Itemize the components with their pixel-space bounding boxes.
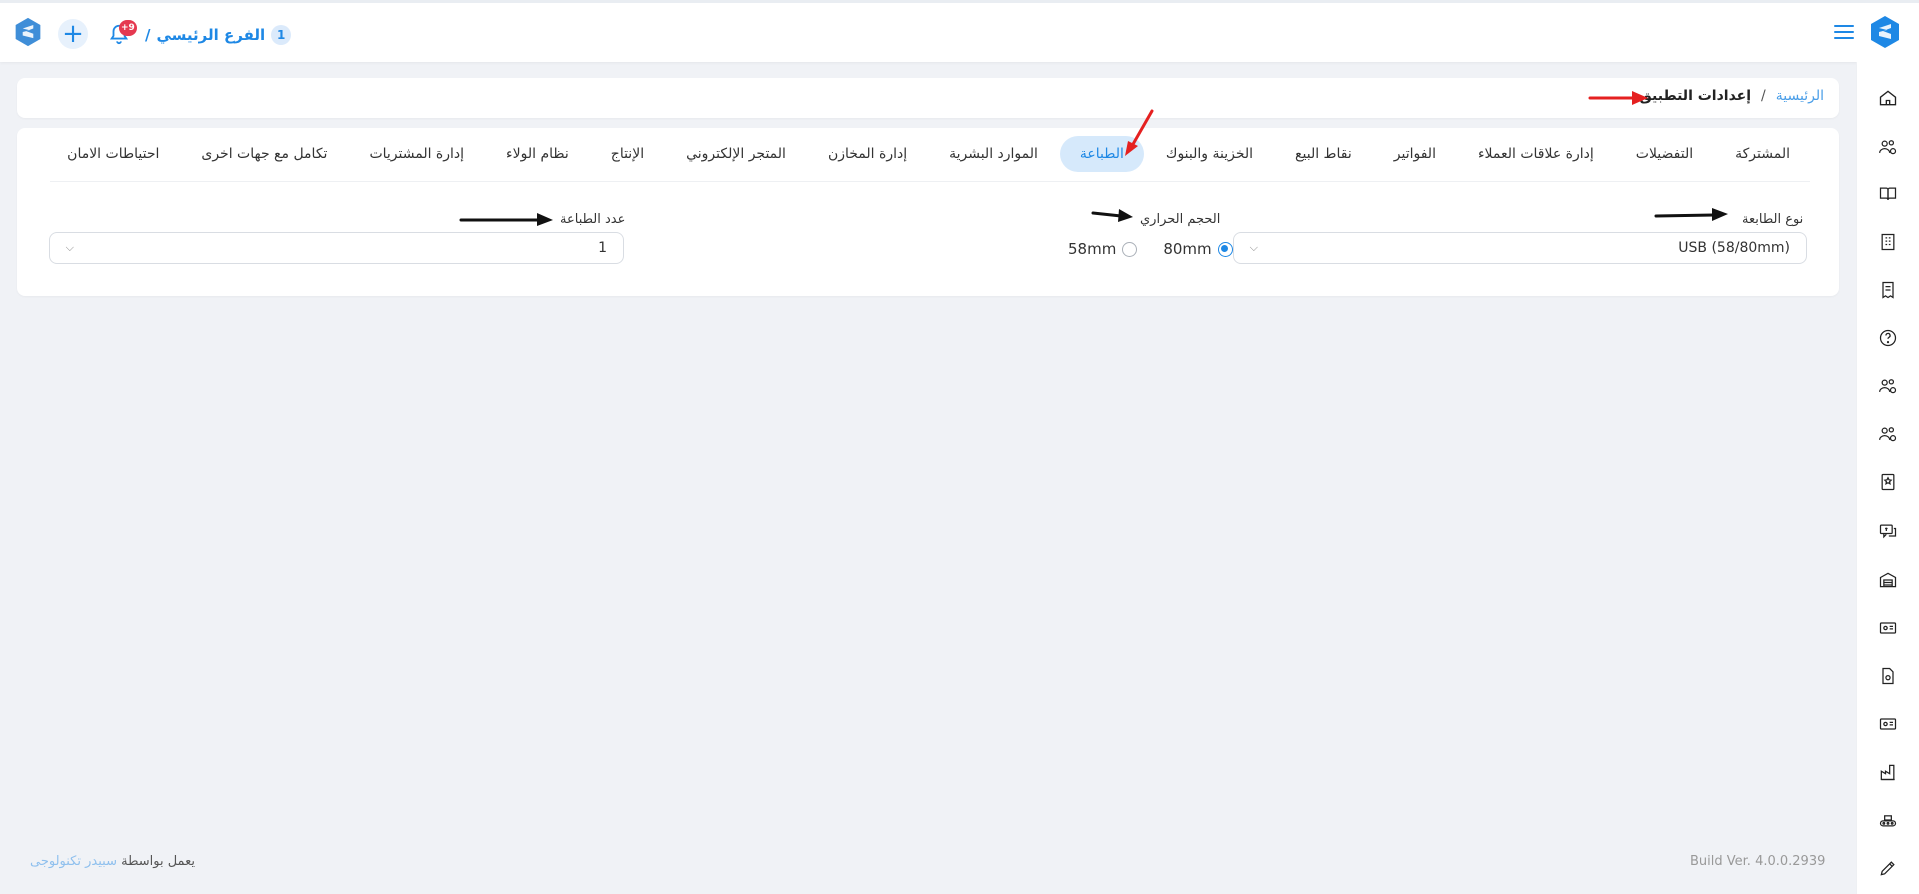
printer-type-select[interactable]: USB (58/80mm) ⌵ — [1233, 232, 1807, 264]
tab-14[interactable]: احتياطات الامان — [47, 136, 179, 172]
branch-number: 1 — [271, 25, 292, 45]
footer-brand-link[interactable]: سبيدر تكنولوجى — [30, 854, 117, 869]
breadcrumb-card — [17, 78, 1839, 118]
printer-type-label: نوع الطابعة — [1742, 212, 1804, 227]
radio-80mm-label: 80mm — [1163, 240, 1212, 258]
tab-8[interactable]: إدارة المخازن — [808, 136, 927, 172]
tab-12[interactable]: إدارة المشتريات — [349, 136, 484, 172]
radio-80mm-input[interactable] — [1217, 241, 1233, 257]
conveyor-icon[interactable] — [1876, 808, 1900, 832]
tab-7[interactable]: الموارد البشرية — [929, 136, 1058, 172]
breadcrumb-home-link[interactable]: الرئيسية — [1776, 88, 1824, 104]
annotation-arrow-icon — [1091, 209, 1133, 222]
annotation-arrow-icon — [1125, 109, 1154, 156]
left-logo-icon[interactable] — [13, 17, 43, 47]
radio-58mm[interactable]: 58mm — [1068, 240, 1138, 258]
tab-9[interactable]: المتجر الإلكتروني — [666, 136, 806, 172]
footer-powered-text: يعمل بواسطة — [121, 854, 195, 869]
breadcrumb-current: إعدادات التطبيق — [1639, 88, 1752, 104]
tab-0[interactable]: المشتركة — [1715, 136, 1810, 172]
money-chat-icon[interactable] — [1876, 519, 1900, 543]
chevron-down-icon: ⌵ — [65, 241, 74, 254]
printer-count-value: 1 — [598, 240, 607, 256]
thermal-size-label: الحجم الحراري — [1140, 212, 1221, 227]
annotation-arrow-icon — [459, 213, 553, 226]
tab-4[interactable]: نقاط البيع — [1275, 136, 1372, 172]
printer-type-value: USB (58/80mm) — [1678, 240, 1790, 256]
branch-separator: / — [145, 26, 151, 44]
footer-powered-by: يعمل بواسطة سبيدر تكنولوجى — [30, 854, 195, 869]
branch-selector[interactable]: 1 الفرع الرئيسي / — [145, 23, 292, 47]
id-card-icon[interactable] — [1876, 616, 1900, 640]
tab-13[interactable]: تكامل مع جهات اخرى — [181, 136, 347, 172]
annotation-arrow-icon — [1654, 208, 1728, 221]
branch-name: الفرع الرئيسي — [156, 26, 266, 44]
notification-badge: +9 — [119, 20, 137, 36]
settings-tabs: المشتركة التفضيلات إدارة علاقات العملاء الف… — [50, 135, 1810, 182]
top-bar: + +9 1 الفرع الرئيسي / — [0, 0, 1919, 62]
home-icon[interactable] — [1876, 86, 1900, 110]
factory-icon[interactable] — [1876, 760, 1900, 784]
users-gear-icon[interactable] — [1876, 374, 1900, 398]
add-button[interactable]: + — [58, 19, 88, 49]
tab-2[interactable]: إدارة علاقات العملاء — [1458, 136, 1614, 172]
printer-count-label: عدد الطباعة — [560, 212, 626, 227]
users-gear-icon[interactable] — [1876, 135, 1900, 159]
document-gear-icon[interactable] — [1876, 664, 1900, 688]
book-icon[interactable] — [1876, 182, 1900, 206]
tab-10[interactable]: الإنتاج — [591, 136, 664, 172]
pen-icon[interactable] — [1876, 856, 1900, 880]
tab-5[interactable]: الخزينة والبنوك — [1146, 136, 1273, 172]
app-logo-icon[interactable] — [1868, 15, 1902, 49]
menu-toggle-icon[interactable] — [1834, 25, 1854, 43]
tab-3[interactable]: الفواتير — [1374, 136, 1456, 172]
help-icon[interactable] — [1876, 326, 1900, 350]
chevron-down-icon: ⌵ — [1249, 241, 1258, 254]
breadcrumb-separator: / — [1761, 88, 1766, 104]
tab-11[interactable]: نظام الولاء — [486, 136, 589, 172]
breadcrumb: الرئيسية / إعدادات التطبيق — [1639, 88, 1824, 104]
warehouse-icon[interactable] — [1876, 568, 1900, 592]
users-gear-icon[interactable] — [1876, 422, 1900, 446]
radio-80mm[interactable]: 80mm — [1163, 240, 1233, 258]
id-card-icon[interactable] — [1876, 712, 1900, 736]
thermal-size-radio-group: 80mm 58mm — [1050, 240, 1233, 258]
certificate-icon[interactable] — [1876, 470, 1900, 494]
building-icon[interactable] — [1876, 230, 1900, 254]
radio-58mm-label: 58mm — [1068, 240, 1117, 258]
tab-1[interactable]: التفضيلات — [1616, 136, 1713, 172]
sidebar — [1856, 62, 1919, 894]
printer-count-select[interactable]: 1 ⌵ — [49, 232, 624, 264]
annotation-arrow-icon — [1588, 91, 1648, 105]
build-version: Build Ver. 4.0.0.2939 — [1690, 854, 1826, 869]
receipt-icon[interactable] — [1876, 278, 1900, 302]
radio-58mm-input[interactable] — [1122, 241, 1138, 257]
